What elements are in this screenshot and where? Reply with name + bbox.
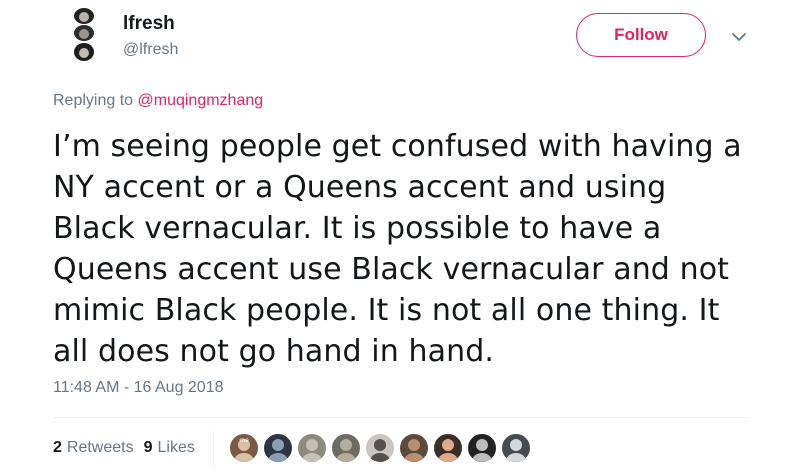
liker-avatar[interactable] <box>296 432 328 464</box>
tweet-text: I’m seeing people get confused with havi… <box>53 126 773 372</box>
follow-button[interactable]: Follow <box>576 13 706 57</box>
svg-text:me: me <box>239 437 249 444</box>
divider <box>53 417 749 418</box>
likes-stat[interactable]: 9 Likes <box>144 439 195 457</box>
replying-to-prefix: Replying to <box>53 92 138 109</box>
liker-avatar[interactable] <box>330 432 362 464</box>
display-name[interactable]: lfresh <box>123 13 175 35</box>
tweet-line: mimic Black people. It is not all one th… <box>53 293 720 328</box>
user-handle[interactable]: @lfresh <box>123 41 178 59</box>
user-avatar[interactable] <box>53 5 115 67</box>
tweet-stats: 2 Retweets 9 Likes <box>53 439 195 457</box>
stats-separator <box>213 431 214 467</box>
liker-avatar[interactable] <box>466 432 498 464</box>
likes-label: Likes <box>157 439 195 456</box>
reply-mention-link[interactable]: @muqingmzhang <box>138 92 264 109</box>
tweet-line: all does not go hand in hand. <box>53 334 494 369</box>
retweets-stat[interactable]: 2 Retweets <box>53 439 134 457</box>
tweet-line: Black vernacular. It is possible to have… <box>53 211 662 246</box>
liker-avatar[interactable] <box>398 432 430 464</box>
retweets-count: 2 <box>53 439 62 456</box>
liker-avatar[interactable]: me <box>228 432 260 464</box>
retweets-label: Retweets <box>66 439 134 456</box>
likes-count: 9 <box>143 439 153 456</box>
chevron-down-icon[interactable] <box>728 26 750 48</box>
tweet-line: NY accent or a Queens accent and using <box>53 170 667 205</box>
liker-avatar[interactable] <box>262 432 294 464</box>
tweet-line: Queens accent use Black vernacular and n… <box>53 252 730 287</box>
replying-to: Replying to @muqingmzhang <box>53 92 263 110</box>
tweet-line: I’m seeing people get confused with havi… <box>53 129 742 164</box>
liker-avatar[interactable] <box>500 432 532 464</box>
tweet-timestamp[interactable]: 11:48 AM - 16 Aug 2018 <box>53 379 224 397</box>
avatar-image <box>67 7 101 65</box>
liker-avatar[interactable] <box>364 432 396 464</box>
liker-avatar[interactable] <box>432 432 464 464</box>
